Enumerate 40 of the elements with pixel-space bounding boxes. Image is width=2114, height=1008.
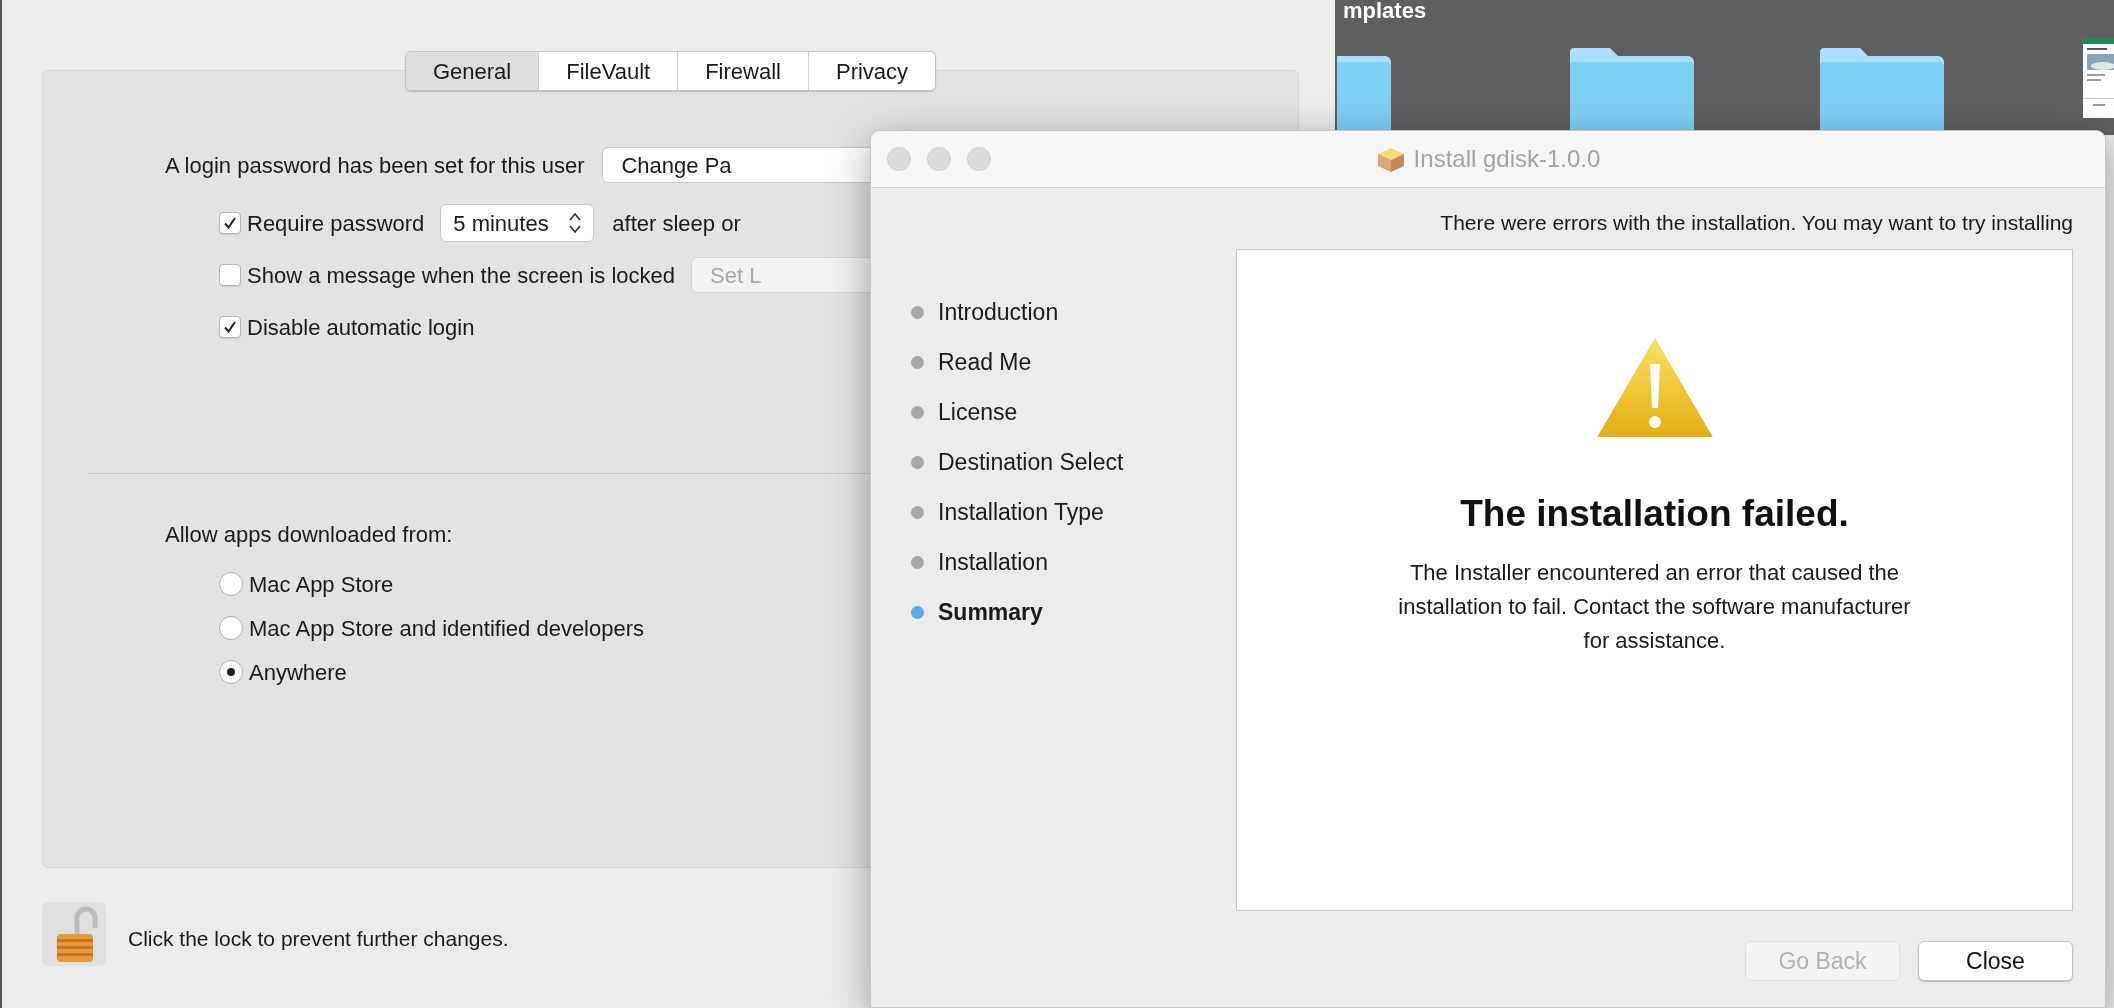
checkbox[interactable] bbox=[219, 212, 241, 234]
step-label: Installation bbox=[938, 547, 1048, 577]
close-button[interactable]: Close bbox=[1918, 941, 2073, 981]
failure-description: The Installer encountered an error that caused the installation to fail. Contact the software manufacturer for assistance. bbox=[1397, 558, 1912, 655]
tab[interactable]: Firewall bbox=[677, 52, 808, 90]
allow-apps-label: Allow apps downloaded from: bbox=[165, 521, 453, 549]
password-status-text: A login password has been set for this user bbox=[165, 151, 585, 180]
step-label: Introduction bbox=[938, 297, 1059, 327]
step-label: Installation Type bbox=[938, 497, 1104, 527]
tab[interactable]: General bbox=[405, 52, 539, 90]
stepper-arrows-icon bbox=[569, 212, 582, 234]
folder-label[interactable]: mplates bbox=[1343, 0, 1427, 22]
radio-button[interactable] bbox=[219, 616, 243, 640]
step-label: Destination Select bbox=[938, 447, 1124, 477]
checkmark-icon bbox=[223, 320, 237, 334]
radio-button[interactable] bbox=[219, 572, 243, 596]
checkbox-trailing-text: after sleep or bbox=[612, 209, 741, 238]
open-lock-icon[interactable] bbox=[42, 902, 106, 966]
status-message: There were errors with the installation. You may want to try installing bbox=[1440, 210, 2073, 237]
checkmark-icon bbox=[223, 216, 237, 230]
tab[interactable]: Privacy bbox=[807, 52, 936, 90]
checkbox-label: Disable automatic login bbox=[247, 313, 475, 342]
lock-hint-text: Click the lock to prevent further changes. bbox=[128, 926, 509, 953]
checkbox[interactable] bbox=[219, 316, 241, 338]
radio-button[interactable] bbox=[219, 660, 243, 684]
step-label: Read Me bbox=[938, 347, 1032, 377]
failure-heading: The installation failed. bbox=[1460, 492, 1849, 536]
window-title: Install gdisk-1.0.0 bbox=[1413, 144, 1601, 174]
package-icon bbox=[1375, 145, 1406, 173]
radio-label: Mac App Store bbox=[249, 570, 394, 599]
radio-label: Anywhere bbox=[249, 658, 347, 687]
step-label: Summary bbox=[938, 597, 1043, 627]
document-thumbnail[interactable] bbox=[2083, 38, 2114, 118]
checkbox-label: Require password bbox=[247, 209, 425, 238]
checkbox-label: Show a message when the screen is locked bbox=[247, 261, 675, 290]
tab[interactable]: FileVault bbox=[538, 52, 678, 90]
interval-popup[interactable]: 5 minutes bbox=[440, 204, 595, 242]
checkbox[interactable] bbox=[219, 264, 241, 286]
radio-label: Mac App Store and identified developers bbox=[249, 614, 645, 643]
step-label: License bbox=[938, 397, 1018, 427]
